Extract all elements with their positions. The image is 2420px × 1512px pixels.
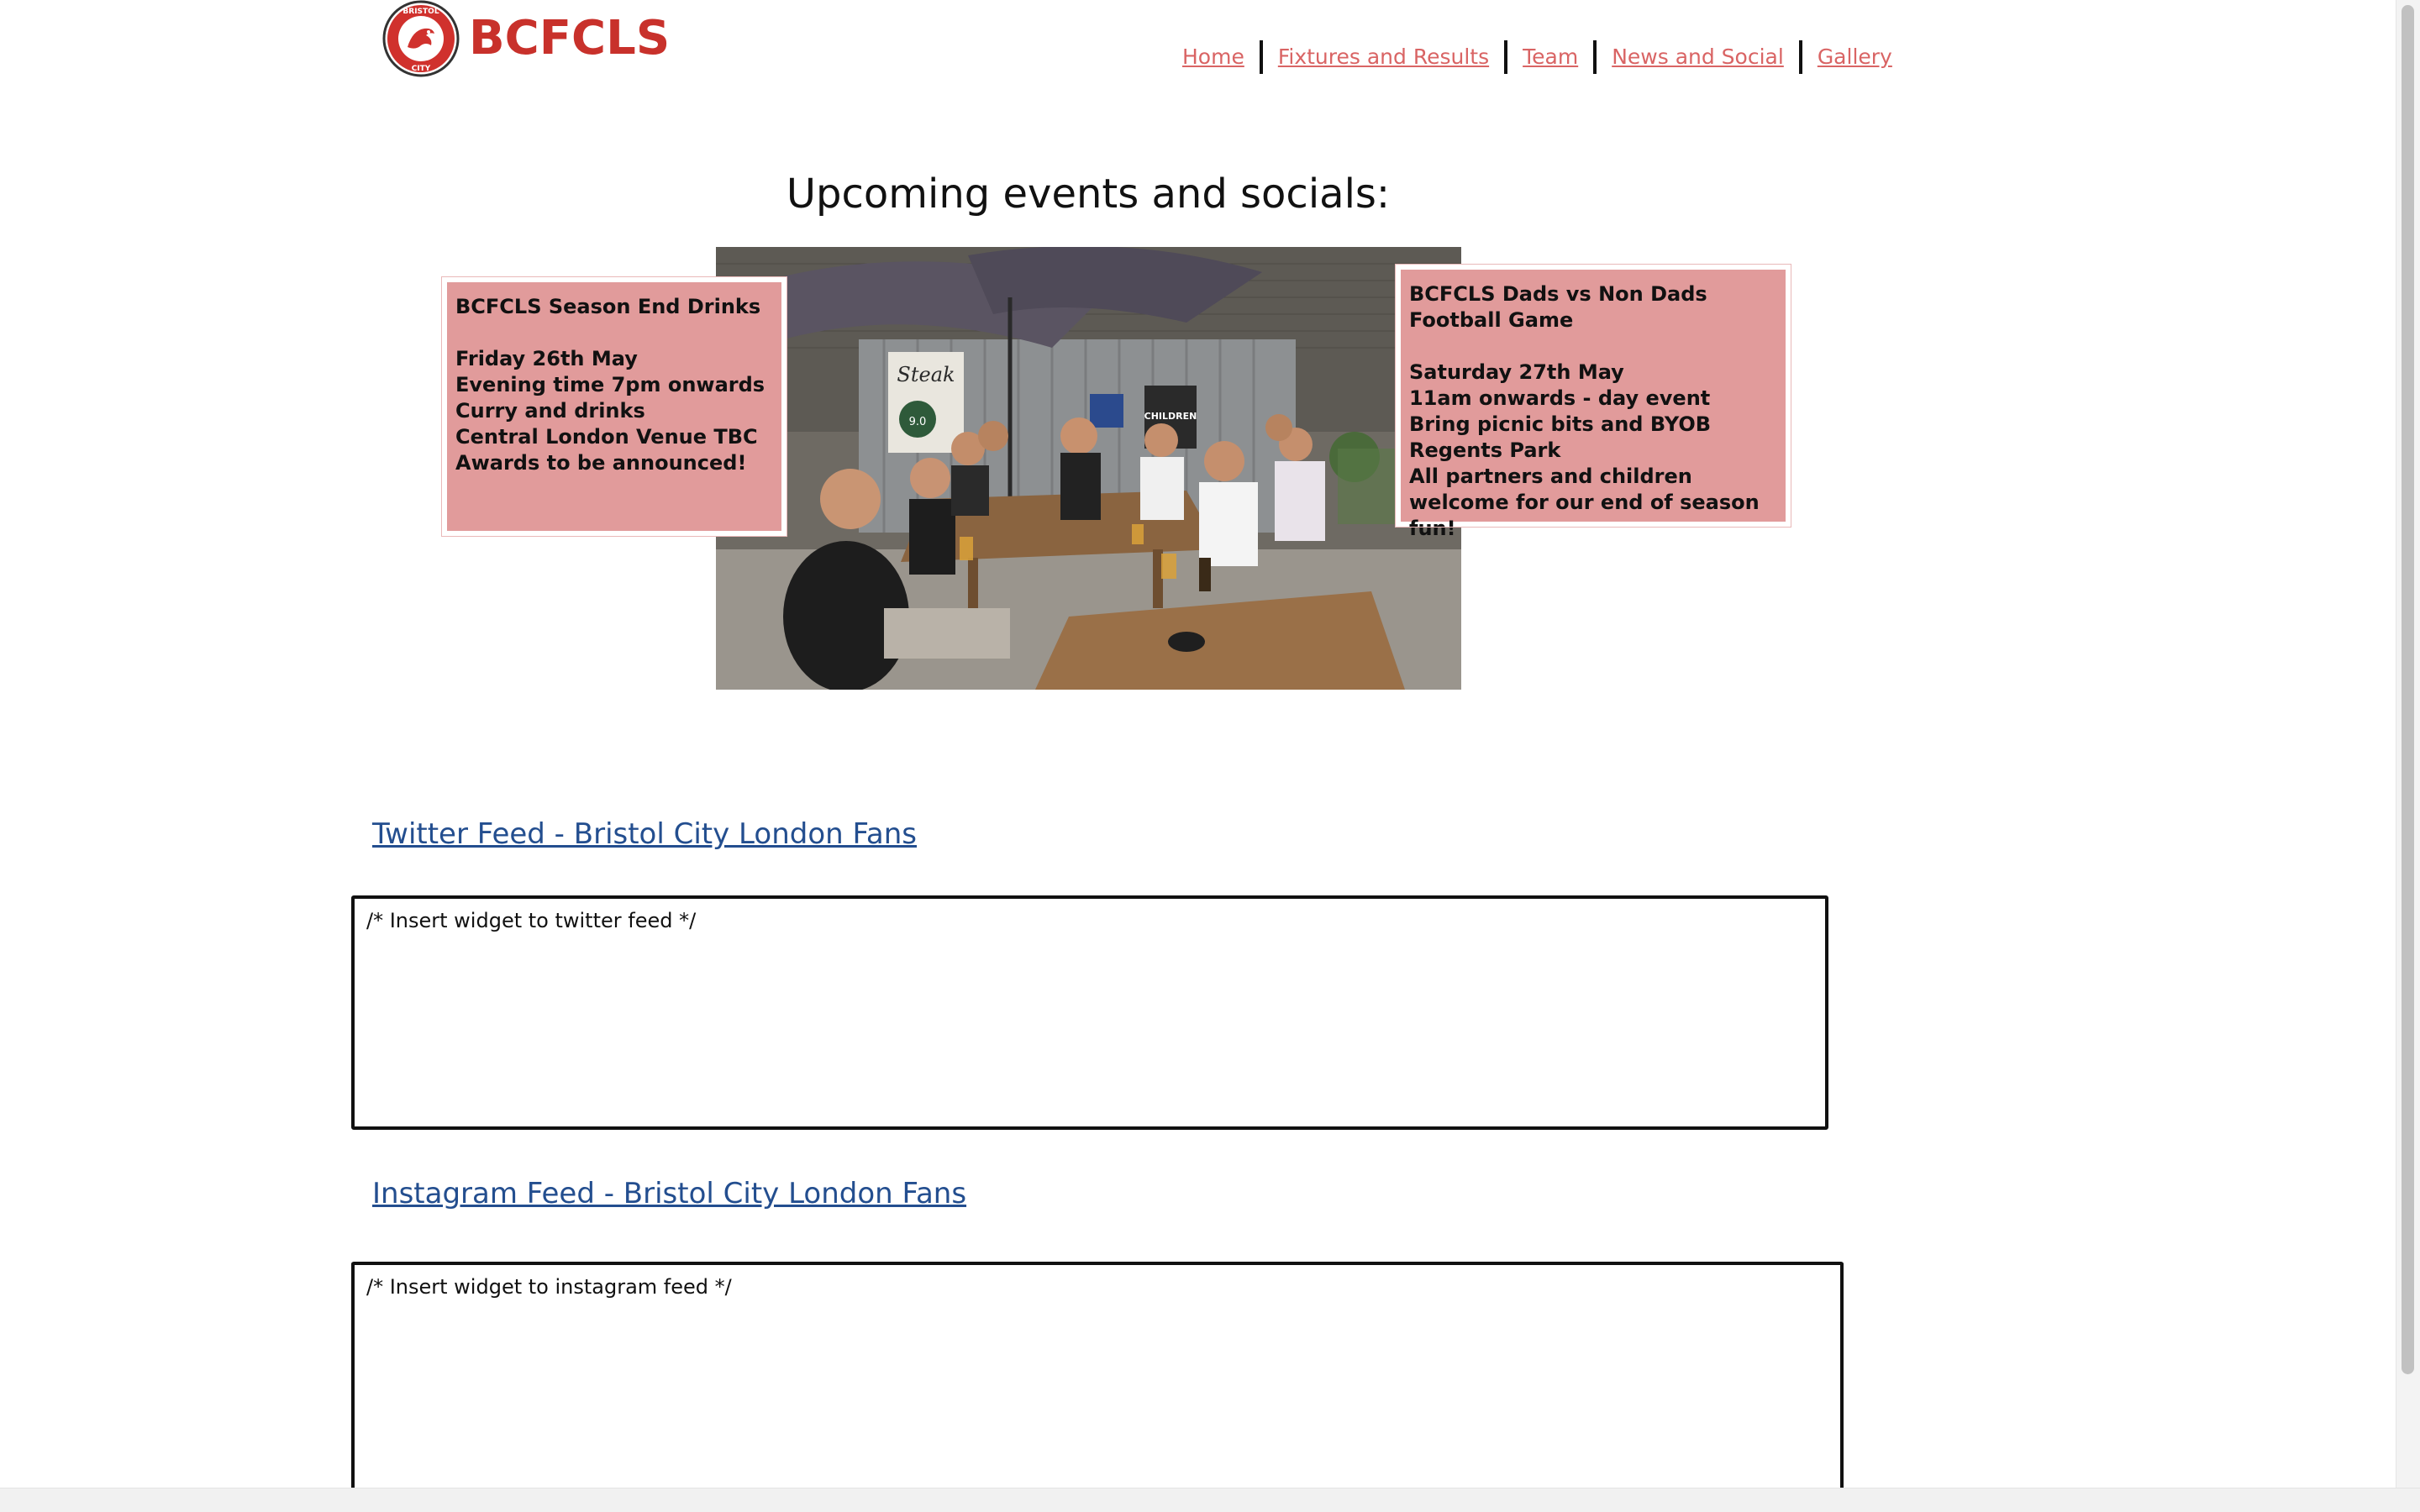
nav-link-fixtures-and-results[interactable]: Fixtures and Results bbox=[1263, 37, 1504, 77]
badge-bottom-text: CITY bbox=[412, 65, 431, 73]
twitter-feed-link[interactable]: Twitter Feed - Bristol City London Fans bbox=[372, 813, 917, 855]
twitter-feed-placeholder: /* Insert widget to twitter feed */ bbox=[366, 909, 697, 932]
nav-link-team[interactable]: Team bbox=[1507, 37, 1593, 77]
instagram-feed-widget: /* Insert widget to instagram feed */ bbox=[351, 1262, 1844, 1512]
fans-group-photo: Steak 9.0 CHILDREN bbox=[716, 247, 1461, 690]
site-logo-text[interactable]: BCFCLS bbox=[469, 5, 670, 72]
horizontal-scrollbar[interactable] bbox=[0, 1488, 2420, 1512]
badge-top-text: BRISTOL bbox=[402, 8, 439, 16]
instagram-feed-placeholder: /* Insert widget to instagram feed */ bbox=[366, 1275, 732, 1299]
steak-sign-text: Steak bbox=[897, 363, 955, 386]
events-section-title: Upcoming events and socials: bbox=[786, 171, 1391, 218]
children-sign-text: CHILDREN bbox=[1144, 411, 1197, 422]
price-sign-text: 9.0 bbox=[909, 416, 927, 428]
twitter-feed-widget: /* Insert widget to twitter feed */ bbox=[351, 895, 1828, 1130]
nav-link-home[interactable]: Home bbox=[1172, 37, 1260, 77]
instagram-feed-link[interactable]: Instagram Feed - Bristol City London Fan… bbox=[372, 1173, 966, 1215]
vertical-scrollbar-thumb[interactable] bbox=[2402, 5, 2414, 1374]
event-card-season-end-drinks: BCFCLS Season End Drinks Friday 26th May… bbox=[441, 276, 787, 537]
nav-link-news-and-social[interactable]: News and Social bbox=[1597, 37, 1799, 77]
event-card-dads-vs-non-dads: BCFCLS Dads vs Non Dads Football Game Sa… bbox=[1395, 264, 1791, 540]
main-nav: Home Fixtures and Results Team News and … bbox=[1172, 37, 1907, 77]
nav-link-gallery[interactable]: Gallery bbox=[1802, 37, 1907, 77]
vertical-scrollbar[interactable] bbox=[2396, 0, 2420, 1488]
club-crest-icon[interactable]: BRISTOL CITY bbox=[382, 0, 460, 77]
page: BRISTOL CITY BCFCLS Home Fixtures and Re… bbox=[0, 0, 2420, 1512]
